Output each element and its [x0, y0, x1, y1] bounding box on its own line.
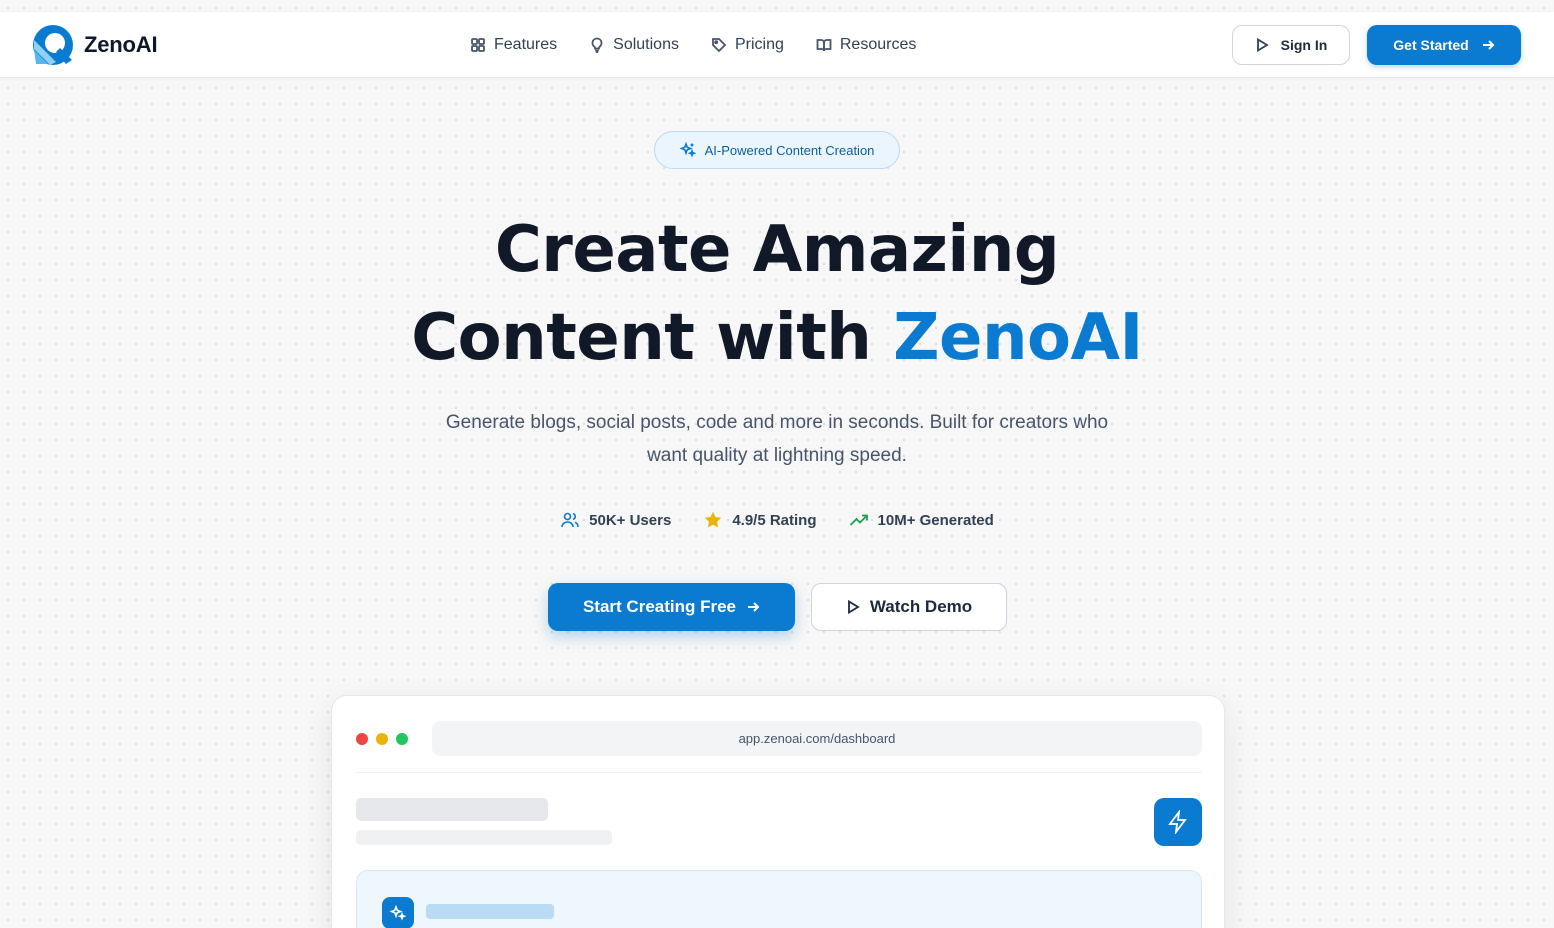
lightbulb-icon — [591, 37, 603, 53]
preview-action-button — [1154, 798, 1202, 846]
stat-label: 4.9/5 Rating — [732, 511, 817, 529]
site-header: ZenoAI Features Solutions Pricing Resour… — [0, 12, 1554, 78]
main-nav: Features Solutions Pricing Resources — [470, 32, 916, 58]
play-icon — [847, 600, 860, 614]
arrow-right-icon — [748, 602, 760, 612]
nav-item-label: Pricing — [734, 36, 784, 53]
brand-logo-icon — [33, 25, 73, 65]
users-icon — [561, 512, 579, 528]
trending-up-icon — [849, 514, 868, 526]
nav-item-pricing[interactable]: Pricing — [711, 36, 784, 54]
skeleton-subtitle — [356, 830, 612, 845]
headline-line2-prefix: Content with — [411, 301, 894, 375]
star-icon — [705, 511, 722, 528]
arrow-right-icon — [1482, 40, 1495, 50]
window-controls — [356, 733, 408, 745]
hero-badge: AI-Powered Content Creation — [654, 131, 900, 169]
nav-item-solutions[interactable]: Solutions — [589, 36, 679, 54]
book-icon — [816, 39, 832, 52]
dashboard-preview: app.zenoai.com/dashboard — [331, 695, 1225, 928]
headline-line2-accent: ZenoAI — [893, 301, 1143, 375]
brand[interactable]: ZenoAI — [32, 24, 158, 66]
hero-subtitle: Generate blogs, social posts, code and m… — [445, 412, 1109, 466]
window-dot-close — [356, 733, 368, 745]
skeleton-title — [356, 798, 548, 821]
stat-users: 50K+ Users — [560, 510, 671, 530]
get-started-label: Get Started — [1393, 37, 1469, 53]
get-started-button[interactable]: Get Started — [1367, 25, 1521, 65]
stat-label: 50K+ Users — [589, 511, 672, 529]
start-creating-label: Start Creating Free — [582, 597, 737, 616]
preview-url-bar: app.zenoai.com/dashboard — [432, 721, 1202, 756]
play-icon — [1256, 38, 1269, 52]
watch-demo-label: Watch Demo — [869, 597, 973, 616]
stat-generated: 10M+ Generated — [849, 510, 994, 530]
brand-name: ZenoAI — [84, 32, 158, 57]
stat-label: 10M+ Generated — [877, 511, 994, 529]
nav-item-label: Resources — [839, 36, 917, 53]
nav-item-label: Features — [494, 36, 558, 53]
headline-line1: Create Amazing — [494, 213, 1060, 287]
preview-card-icon — [382, 897, 414, 928]
preview-url: app.zenoai.com/dashboard — [738, 731, 896, 746]
sparkles-icon — [679, 142, 696, 158]
tag-icon — [712, 38, 727, 53]
sign-in-button[interactable]: Sign In — [1232, 25, 1350, 65]
nav-item-resources[interactable]: Resources — [816, 36, 916, 54]
nav-item-label: Solutions — [613, 36, 679, 53]
window-dot-minimize — [376, 733, 388, 745]
watch-demo-button[interactable]: Watch Demo — [811, 583, 1007, 631]
grid-icon — [471, 38, 485, 52]
lightning-icon — [1168, 810, 1187, 834]
preview-card — [356, 870, 1202, 928]
hero-stats: 50K+ Users 4.9/5 Rating 10M+ Generated — [0, 510, 1554, 530]
nav-item-features[interactable]: Features — [470, 36, 557, 54]
sparkles-icon — [390, 905, 406, 921]
skeleton-card-title — [426, 904, 554, 919]
hero-headline: Create Amazing Content with ZenoAI — [0, 206, 1554, 382]
preview-divider — [355, 772, 1202, 773]
start-creating-button[interactable]: Start Creating Free — [548, 583, 795, 631]
window-dot-maximize — [396, 733, 408, 745]
stat-rating: 4.9/5 Rating — [703, 510, 817, 530]
sign-in-label: Sign In — [1280, 37, 1328, 53]
hero-badge-label: AI-Powered Content Creation — [704, 142, 875, 158]
